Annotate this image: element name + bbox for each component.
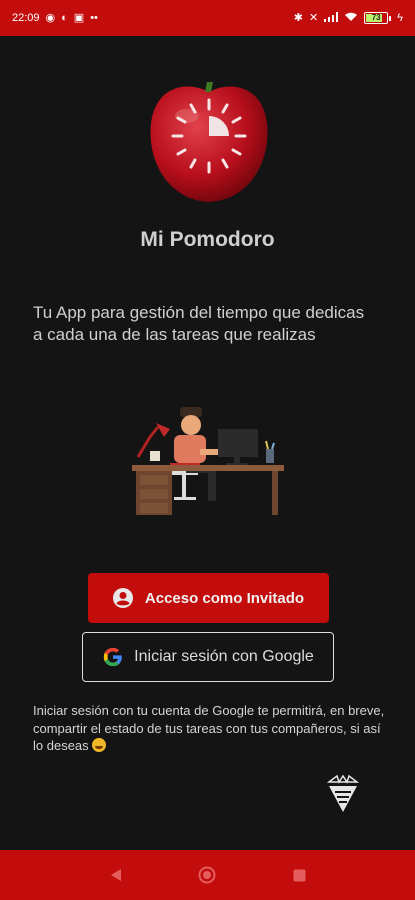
recents-icon[interactable] xyxy=(289,865,309,885)
mute-icon: ✕ xyxy=(308,11,319,24)
guest-access-label: Acceso como Invitado xyxy=(144,589,305,607)
back-icon[interactable] xyxy=(106,865,126,885)
status-bar: 22:09 ◉ ◐ ▣ •• ✱ ✕ 73 ϟ xyxy=(0,0,415,36)
clock: 22:09 xyxy=(12,11,40,24)
system-nav-bar xyxy=(0,850,415,900)
google-icon xyxy=(104,647,122,667)
charging-icon: ϟ xyxy=(397,11,403,24)
desk-worker-illustration xyxy=(132,407,284,515)
status-left: 22:09 ◉ ◐ ▣ •• xyxy=(12,11,98,24)
account-circle-icon xyxy=(112,588,133,608)
more-dots-icon: •• xyxy=(90,11,98,24)
guest-access-button[interactable]: Acceso como Invitado xyxy=(88,573,329,623)
whatsapp-icon: ◉ xyxy=(45,11,56,24)
battery-icon: 73 xyxy=(364,12,392,24)
messenger-icon: ◐ xyxy=(61,11,68,24)
disclaimer-text: Iniciar sesión con tu cuenta de Google t… xyxy=(33,703,385,753)
developer-logo-icon xyxy=(327,774,359,812)
status-right: ✱ ✕ 73 ϟ xyxy=(294,11,403,25)
google-signin-label: Iniciar sesión con Google xyxy=(134,648,314,665)
grinning-emoji-icon xyxy=(92,738,107,752)
home-icon[interactable] xyxy=(197,865,217,885)
battery-level: 73 xyxy=(371,13,381,22)
app-title: Mi Pomodoro xyxy=(140,228,275,251)
bluetooth-icon: ✱ xyxy=(293,11,303,24)
wifi-icon xyxy=(344,11,358,25)
app-tagline: Tu App para gestión del tiempo que dedic… xyxy=(33,303,365,344)
google-signin-button[interactable]: Iniciar sesión con Google xyxy=(82,632,334,682)
tomato-timer-logo xyxy=(150,82,268,202)
app-icon: ▣ xyxy=(73,11,85,24)
signal-icon xyxy=(324,11,339,25)
google-signin-disclaimer: Iniciar sesión con tu cuenta de Google t… xyxy=(33,702,388,755)
